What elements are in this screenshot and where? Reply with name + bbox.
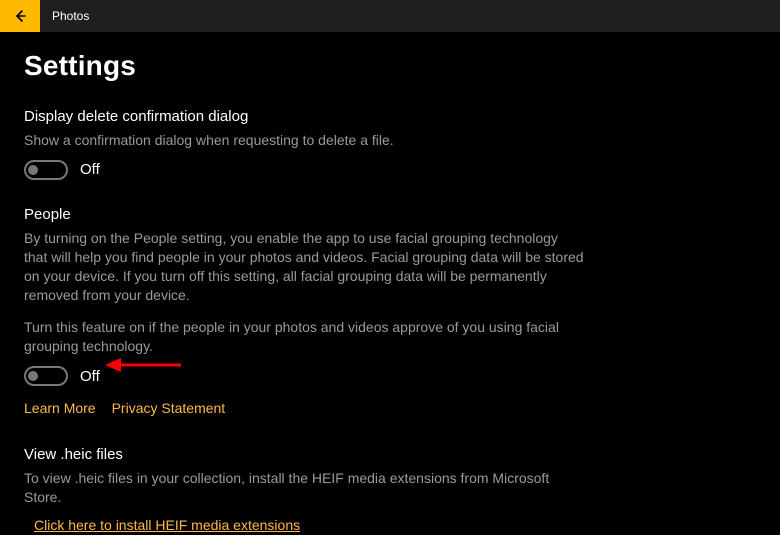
page-title: Settings — [24, 50, 756, 82]
section-delete-confirm: Display delete confirmation dialog Show … — [24, 108, 756, 180]
section-heic: View .heic files To view .heic files in … — [24, 446, 756, 535]
delete-confirm-desc: Show a confirmation dialog when requesti… — [24, 131, 584, 150]
people-desc2: Turn this feature on if the people in yo… — [24, 318, 596, 356]
section-people: People By turning on the People setting,… — [24, 206, 756, 416]
delete-confirm-toggle[interactable] — [24, 160, 68, 180]
titlebar: Photos — [0, 0, 780, 32]
privacy-statement-link[interactable]: Privacy Statement — [112, 400, 226, 416]
learn-more-link[interactable]: Learn More — [24, 400, 96, 416]
people-toggle[interactable] — [24, 366, 68, 386]
heic-desc: To view .heic files in your collection, … — [24, 469, 584, 507]
people-toggle-label: Off — [80, 368, 100, 385]
people-desc: By turning on the People setting, you en… — [24, 229, 584, 305]
back-button[interactable] — [0, 0, 40, 32]
toggle-knob-icon — [28, 371, 38, 381]
back-arrow-icon — [12, 8, 28, 24]
delete-confirm-toggle-label: Off — [80, 161, 100, 178]
heic-title: View .heic files — [24, 446, 756, 463]
install-heif-link[interactable]: Click here to install HEIF media extensi… — [34, 517, 300, 533]
people-links: Learn More Privacy Statement — [24, 400, 756, 416]
delete-confirm-title: Display delete confirmation dialog — [24, 108, 756, 125]
people-title: People — [24, 206, 756, 223]
toggle-knob-icon — [28, 165, 38, 175]
app-title: Photos — [52, 9, 89, 23]
settings-content: Settings Display delete confirmation dia… — [0, 32, 780, 535]
